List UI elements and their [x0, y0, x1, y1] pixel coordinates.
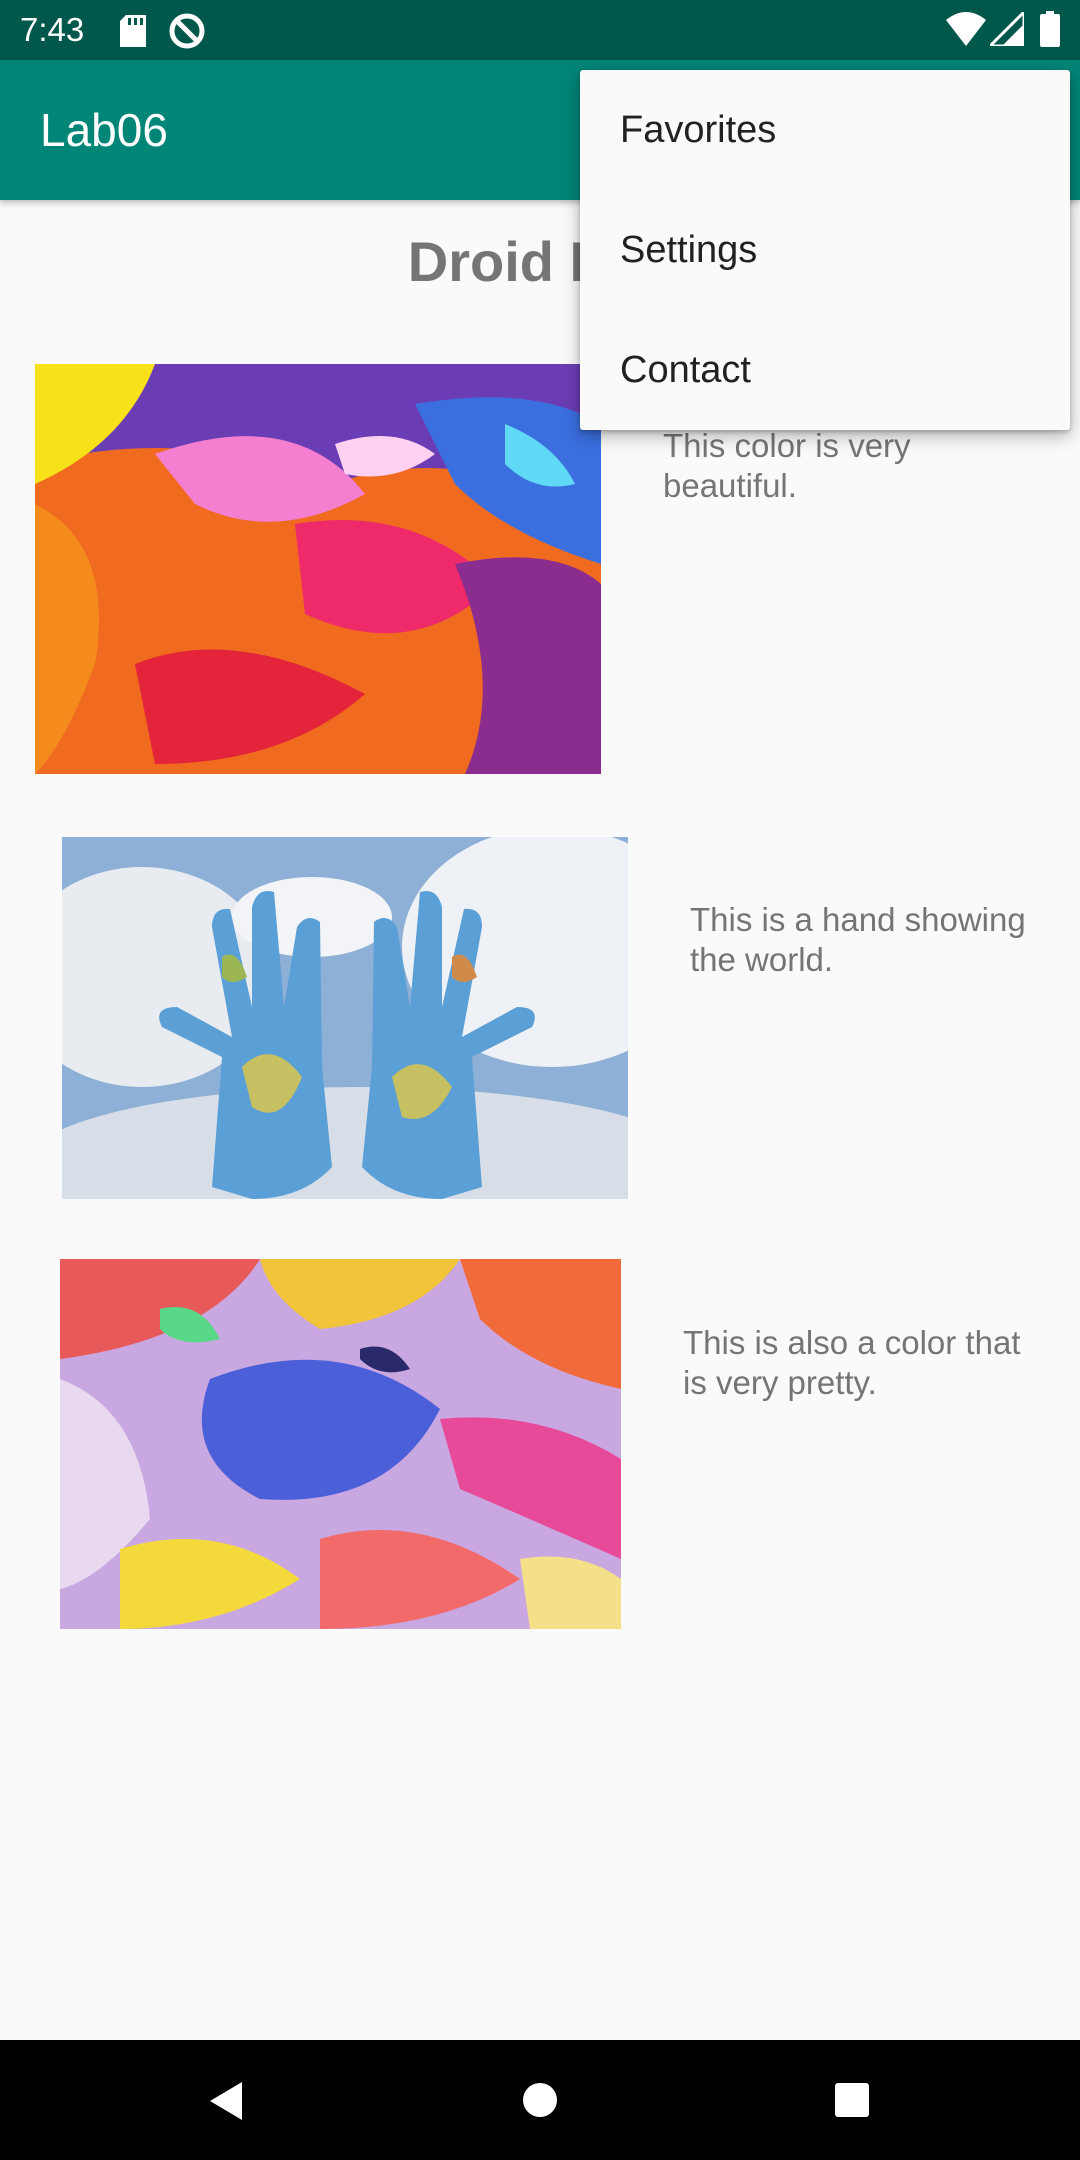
navigation-bar: [0, 2040, 1080, 2160]
colorful-paint-image: [35, 364, 601, 774]
world-hands-image: [62, 837, 628, 1199]
recents-button[interactable]: [772, 2040, 932, 2160]
caption-1: This color is very beautiful.: [663, 427, 911, 504]
home-button[interactable]: [460, 2040, 620, 2160]
battery-icon: [1040, 11, 1060, 47]
sd-card-icon: [120, 15, 146, 47]
sync-icon: [169, 13, 205, 49]
menu-item-label: Contact: [620, 349, 751, 391]
caption-3: This is also a color that is very pretty…: [683, 1324, 1021, 1401]
menu-item-contact[interactable]: Contact: [580, 310, 1070, 430]
wifi-icon: [946, 12, 986, 46]
back-icon: [210, 2082, 242, 2120]
menu-item-favorites[interactable]: Favorites: [580, 70, 1070, 190]
back-button[interactable]: [146, 2040, 306, 2160]
status-time: 7:43: [20, 11, 85, 48]
home-icon: [523, 2083, 557, 2117]
menu-item-settings[interactable]: Settings: [580, 190, 1070, 310]
status-bar: 7:43: [0, 0, 1080, 60]
signal-icon: [990, 12, 1024, 46]
menu-item-label: Settings: [620, 229, 758, 271]
caption-2: This is a hand showing the world.: [690, 901, 1026, 978]
screen: 7:43 Lab06 Droid Des This color is very …: [0, 0, 1080, 2160]
app-title: Lab06: [40, 104, 168, 156]
color-splash-image: [60, 1259, 621, 1629]
overflow-menu: Favorites Settings Contact: [580, 70, 1070, 430]
menu-item-label: Favorites: [620, 109, 777, 151]
recents-icon: [835, 2083, 869, 2117]
